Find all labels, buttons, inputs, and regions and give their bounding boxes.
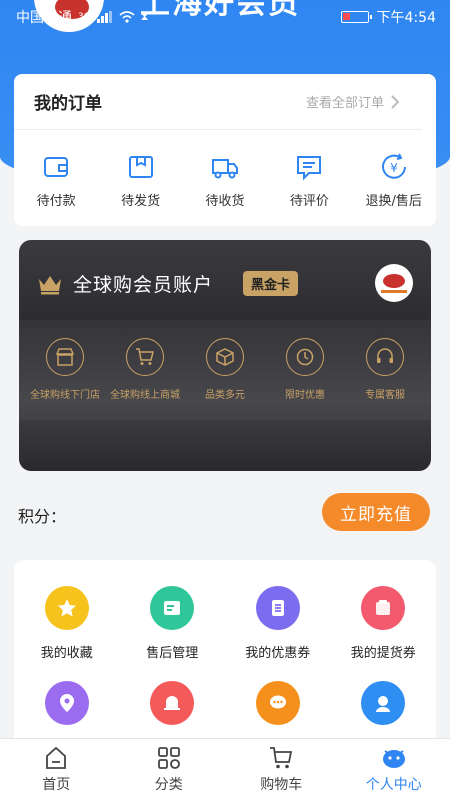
brand-logo — [375, 264, 413, 302]
cart-icon — [270, 747, 293, 769]
service-pickup-vouchers[interactable]: 我的提货券 — [331, 586, 437, 661]
bell-icon — [150, 681, 195, 725]
member-offline-store[interactable]: 全球购线下门店 — [25, 338, 105, 401]
service-label: 我的优惠券 — [245, 646, 311, 661]
service-address[interactable] — [14, 681, 120, 725]
member-card[interactable]: 全球购会员账户 黑金卡 全球购线下门店 全球购线上商城 品类多元 限时优惠 专属… — [19, 240, 431, 471]
service-coupons[interactable]: 我的优惠券 — [225, 586, 331, 661]
view-all-label: 查看全部订单 — [305, 96, 384, 111]
status-bar: 中国联通 3G ⧗ 下午4:54 — [0, 0, 450, 32]
orders-title: 我的订单 — [34, 94, 102, 114]
member-online-mall[interactable]: 全球购线上商城 — [105, 338, 185, 401]
service-label: 售后管理 — [146, 646, 199, 661]
package-icon — [128, 156, 153, 178]
nav-label: 购物车 — [260, 777, 303, 793]
services-card: 我的收藏 售后管理 我的优惠券 我的提货券 — [14, 560, 436, 760]
nav-label: 个人中心 — [365, 777, 422, 793]
nav-label: 首页 — [42, 777, 71, 793]
cart-icon — [136, 348, 154, 365]
member-item-label: 品类多元 — [205, 390, 245, 401]
profile-icon — [382, 750, 405, 768]
order-pending-review[interactable]: 待评价 — [269, 152, 349, 209]
carrier-label: 中国联通 — [16, 10, 72, 26]
order-label: 待收货 — [205, 194, 245, 209]
network-label: 3G — [78, 12, 91, 22]
order-pending-receipt[interactable]: 待收货 — [185, 152, 265, 209]
member-limited-offers[interactable]: 限时优惠 — [265, 338, 345, 401]
member-item-label: 专属客服 — [365, 390, 405, 401]
recharge-button[interactable]: 立即充值 — [322, 493, 430, 531]
chevron-right-icon — [391, 94, 400, 109]
service-aftersale[interactable]: 售后管理 — [120, 586, 226, 661]
coupon-icon — [255, 586, 300, 630]
member-item-label: 全球购线上商城 — [110, 390, 180, 401]
home-icon — [46, 746, 67, 769]
nav-category[interactable]: 分类 — [119, 745, 219, 794]
message-icon — [255, 681, 300, 725]
location-icon — [44, 681, 89, 725]
box-icon — [216, 348, 234, 366]
order-label: 待评价 — [289, 194, 329, 209]
crown-icon — [39, 275, 61, 294]
view-all-orders-link[interactable]: 查看全部订单 — [306, 92, 400, 111]
service-label: 我的收藏 — [40, 646, 93, 661]
wifi-icon — [119, 11, 135, 23]
order-pending-payment[interactable]: 待付款 — [16, 152, 96, 209]
order-label: 退换/售后 — [365, 194, 422, 209]
member-exclusive-service[interactable]: 专属客服 — [345, 338, 425, 401]
member-title: 全球购会员账户 — [73, 274, 214, 296]
store-icon — [55, 348, 75, 366]
comment-icon — [297, 156, 322, 181]
truck-icon — [211, 159, 238, 179]
ticket-icon — [361, 586, 406, 630]
service-notifications[interactable] — [120, 681, 226, 725]
bottom-nav: 首页 分类 购物车 个人中心 — [0, 738, 450, 800]
clock-label: 下午4:54 — [376, 10, 436, 26]
star-icon — [44, 586, 89, 630]
svg-text:¥: ¥ — [390, 161, 398, 175]
orders-card: 我的订单 查看全部订单 待付款 待发货 待收货 待评价 ¥ 退换/售后 — [14, 74, 436, 226]
service-messages[interactable] — [225, 681, 331, 725]
hourglass-icon: ⧗ — [140, 10, 149, 23]
service-favorites[interactable]: 我的收藏 — [14, 586, 120, 661]
category-icon — [157, 747, 180, 769]
battery-icon — [340, 11, 372, 23]
nav-profile[interactable]: 个人中心 — [344, 745, 444, 794]
order-pending-shipment[interactable]: 待发货 — [101, 152, 181, 209]
member-item-label: 全球购线下门店 — [30, 390, 100, 401]
nav-cart[interactable]: 购物车 — [231, 745, 331, 794]
order-label: 待发货 — [121, 194, 161, 209]
headset-icon — [377, 348, 393, 363]
signal-icon — [96, 11, 112, 23]
nav-label: 分类 — [154, 777, 183, 793]
service-support[interactable] — [331, 681, 437, 725]
nav-home[interactable]: 首页 — [6, 745, 106, 794]
card-level-badge: 黑金卡 — [243, 271, 299, 296]
clock-icon — [296, 348, 314, 366]
support-icon — [361, 681, 406, 725]
service-label: 我的提货券 — [350, 646, 416, 661]
yen-refund-icon: ¥ — [381, 153, 406, 179]
member-diverse-categories[interactable]: 品类多元 — [185, 338, 265, 401]
order-label: 待付款 — [36, 194, 76, 209]
wallet-icon — [44, 157, 69, 177]
order-refund-aftersale[interactable]: ¥ 退换/售后 — [354, 152, 434, 209]
edit-icon — [150, 586, 195, 630]
member-item-label: 限时优惠 — [285, 390, 325, 401]
points-label: 积分： — [18, 507, 67, 526]
